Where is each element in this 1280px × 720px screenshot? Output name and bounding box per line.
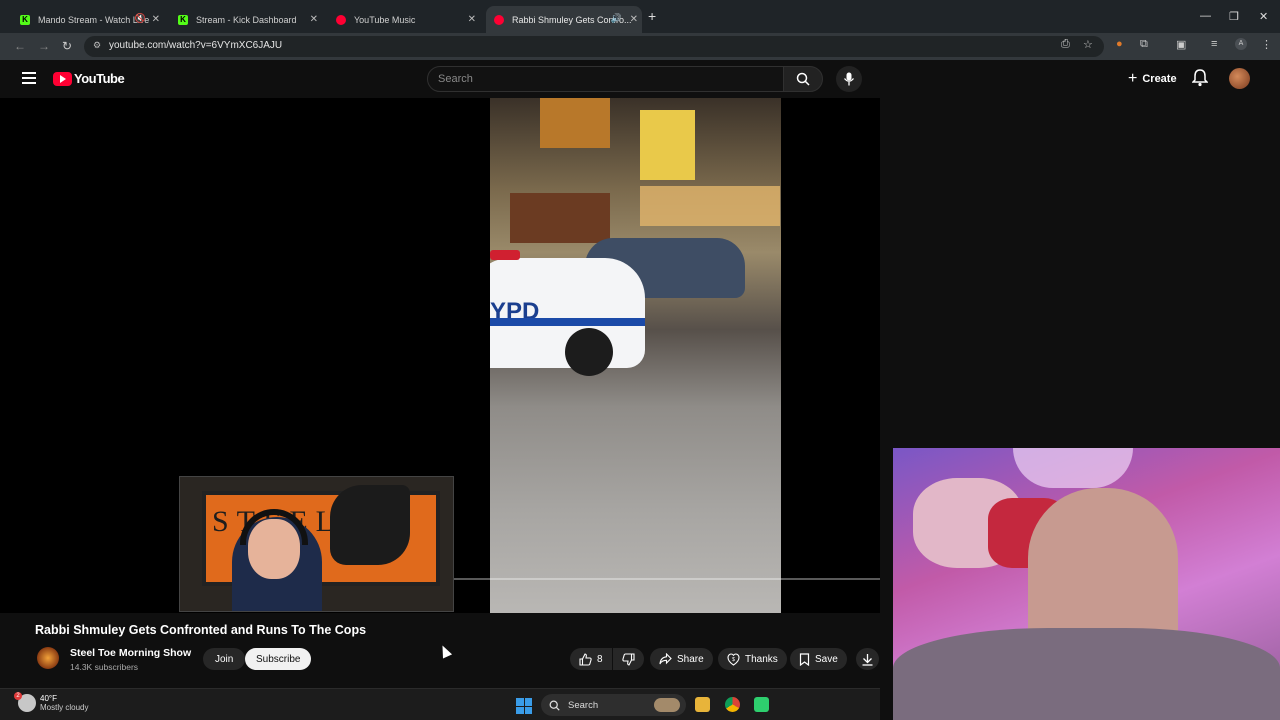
side-panel-icon[interactable]: ▣ xyxy=(1176,38,1186,51)
channel-avatar[interactable] xyxy=(37,647,59,669)
like-count: 8 xyxy=(597,653,603,665)
webcam-overlay-streamer xyxy=(893,448,1280,720)
bookmark-icon xyxy=(799,652,810,666)
subscribe-button[interactable]: Subscribe xyxy=(245,648,312,670)
youtube-header: YouTube + Create xyxy=(0,60,1280,98)
close-tab-icon[interactable]: ✕ xyxy=(310,14,318,25)
tab-mando-stream[interactable]: K Mando Stream - Watch Live 🔇 ✕ xyxy=(12,6,164,33)
profile-avatar[interactable]: A xyxy=(1235,38,1247,50)
ceiling-light xyxy=(1013,448,1133,488)
search-box xyxy=(427,66,784,92)
tab-youtube-music[interactable]: YouTube Music ✕ xyxy=(328,6,480,33)
thanks-heart-icon: $ xyxy=(727,652,740,666)
kick-icon: K xyxy=(20,14,30,25)
svg-text:$: $ xyxy=(732,657,735,663)
minimize-icon[interactable]: — xyxy=(1200,10,1211,22)
street-lights xyxy=(640,186,780,226)
install-app-icon[interactable]: ⎙ xyxy=(1061,38,1070,51)
dislike-button[interactable] xyxy=(613,648,644,670)
address-toolbar: ← → ↻ ⚙ youtube.com/watch?v=6VYmXC6JAJU … xyxy=(0,33,1280,60)
url-text[interactable]: youtube.com/watch?v=6VYmXC6JAJU xyxy=(109,40,282,51)
storefront xyxy=(510,193,610,243)
reload-icon[interactable]: ↻ xyxy=(62,39,72,53)
plus-icon: + xyxy=(1128,70,1138,87)
boot-logo xyxy=(330,485,410,565)
youtube-icon xyxy=(494,14,504,25)
new-tab-icon[interactable]: + xyxy=(648,8,656,24)
tab-label: Stream - Kick Dashboard xyxy=(196,14,297,25)
weather-icon: 2 xyxy=(14,692,36,712)
blanket xyxy=(893,628,1280,720)
tab-rabbi-video[interactable]: Rabbi Shmuley Gets Confro... 🔊 ✕ xyxy=(486,6,642,33)
police-stripe xyxy=(490,318,645,326)
extension-icon[interactable]: ● xyxy=(1116,38,1123,50)
search-highlight-icon xyxy=(654,698,680,712)
webcam-overlay-host: STEEL xyxy=(179,476,454,612)
taskbar-search[interactable]: Search xyxy=(541,694,686,716)
youtube-music-icon xyxy=(336,14,346,25)
thanks-button[interactable]: $ Thanks xyxy=(718,648,787,670)
chrome-menu-icon[interactable]: ⋮ xyxy=(1261,38,1272,51)
channel-name[interactable]: Steel Toe Morning Show xyxy=(70,647,191,659)
storefront-sign xyxy=(540,98,610,148)
like-button[interactable]: 8 xyxy=(570,648,612,670)
save-button[interactable]: Save xyxy=(790,648,847,670)
video-title: Rabbi Shmuley Gets Confronted and Runs T… xyxy=(35,623,367,637)
voice-search-button[interactable] xyxy=(836,66,862,92)
audio-playing-icon[interactable]: 🔊 xyxy=(611,13,622,24)
menu-icon[interactable] xyxy=(22,72,36,87)
tab-label: YouTube Music xyxy=(354,14,416,25)
thumbs-down-icon xyxy=(622,652,635,666)
tab-label: Mando Stream - Watch Live xyxy=(38,14,150,25)
share-icon xyxy=(659,653,672,665)
share-button[interactable]: Share xyxy=(650,648,713,670)
close-tab-icon[interactable]: ✕ xyxy=(468,14,476,25)
kick-icon: K xyxy=(178,14,188,25)
tab-kick-dashboard[interactable]: K Stream - Kick Dashboard ✕ xyxy=(170,6,322,33)
video-progress-bar[interactable] xyxy=(454,578,880,580)
subscriber-count: 14.3K subscribers xyxy=(70,662,139,672)
windows-taskbar: 2 40°F Mostly cloudy Search xyxy=(0,688,880,720)
siren-light xyxy=(490,250,520,260)
download-button[interactable] xyxy=(856,648,879,670)
close-tab-icon[interactable]: ✕ xyxy=(630,14,638,25)
create-button[interactable]: + Create xyxy=(1122,67,1183,91)
car-wheel xyxy=(565,328,613,376)
extensions-puzzle-icon[interactable]: ⧉ xyxy=(1140,38,1148,51)
notifications-bell-icon[interactable] xyxy=(1192,69,1208,87)
close-tab-icon[interactable]: ✕ xyxy=(152,14,160,25)
forward-icon[interactable]: → xyxy=(38,39,50,53)
youtube-logo[interactable]: YouTube xyxy=(53,71,125,86)
browser-tab-bar: K Mando Stream - Watch Live 🔇 ✕ K Stream… xyxy=(0,0,1280,33)
weather-badge: 2 xyxy=(14,692,22,700)
windows-start-icon[interactable] xyxy=(516,698,532,714)
weather-widget[interactable]: 2 40°F Mostly cloudy xyxy=(14,692,89,712)
join-button[interactable]: Join xyxy=(203,648,246,670)
file-explorer-icon[interactable] xyxy=(695,697,710,712)
back-icon[interactable]: ← xyxy=(14,39,26,53)
microphone-icon xyxy=(843,72,855,86)
video-frame[interactable]: YPD xyxy=(490,98,781,613)
temperature: 40°F xyxy=(40,694,57,703)
search-icon xyxy=(549,700,560,711)
weather-condition: Mostly cloudy xyxy=(40,703,89,712)
restore-icon[interactable]: ❐ xyxy=(1229,10,1239,23)
thumbs-up-icon xyxy=(579,652,592,666)
search-icon xyxy=(796,72,810,86)
youtube-play-icon xyxy=(53,71,72,86)
chrome-icon[interactable] xyxy=(725,697,740,712)
lit-sign xyxy=(640,110,695,180)
search-button[interactable] xyxy=(783,66,823,92)
omnibox[interactable]: ⚙ youtube.com/watch?v=6VYmXC6JAJU xyxy=(84,36,1104,57)
account-avatar[interactable] xyxy=(1229,68,1250,89)
download-icon xyxy=(862,653,873,666)
search-input[interactable] xyxy=(428,67,783,91)
police-car: YPD xyxy=(490,250,645,376)
bookmark-star-icon[interactable]: ☆ xyxy=(1083,38,1093,51)
media-controls-icon[interactable]: ≡ xyxy=(1211,38,1217,50)
close-window-icon[interactable]: ✕ xyxy=(1259,10,1268,23)
muted-icon[interactable]: 🔇 xyxy=(135,13,146,24)
site-info-icon[interactable]: ⚙ xyxy=(93,40,101,51)
app-icon[interactable] xyxy=(754,697,769,712)
